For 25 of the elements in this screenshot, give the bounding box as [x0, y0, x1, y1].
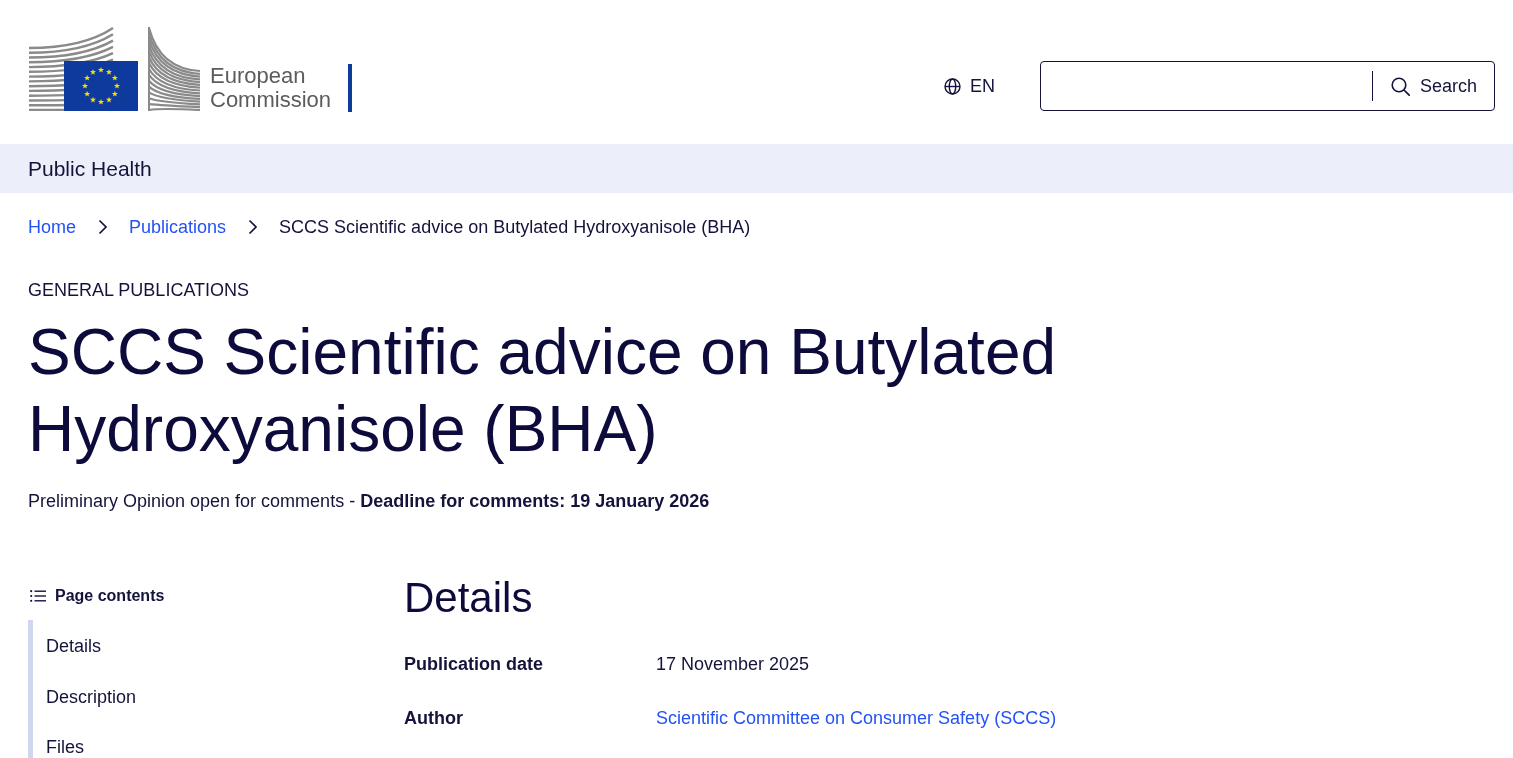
page-contents-title: Page contents: [55, 586, 165, 606]
page-contents-link[interactable]: Files: [46, 737, 84, 757]
language-button[interactable]: EN: [944, 75, 995, 97]
category-label: GENERAL PUBLICATIONS: [28, 279, 251, 301]
detail-label: Publication date: [404, 653, 545, 675]
chevron-right-icon: [248, 219, 259, 235]
detail-value: 17 November 2025: [656, 653, 811, 675]
globe-icon: [944, 77, 961, 95]
breadcrumb-link[interactable]: Home: [28, 216, 76, 238]
detail-link[interactable]: Scientific Committee on Consumer Safety (SCCS): [656, 708, 1057, 728]
building-flag-icon: [28, 27, 201, 111]
breadcrumb-link[interactable]: Publications: [129, 216, 227, 238]
page-contents-link[interactable]: Description: [46, 686, 137, 707]
section-heading: Details: [404, 573, 534, 623]
chevron-right-icon: [98, 219, 108, 235]
page-title: SCCS Scientific advice on Butylated Hydroxyanisole (BHA): [28, 315, 1058, 467]
page-contents-link[interactable]: Details: [46, 636, 102, 656]
search-button[interactable]: Search: [1372, 62, 1494, 110]
home-logo-link[interactable]: European Commission: [28, 27, 352, 111]
list-icon: [30, 590, 46, 602]
site-name-link[interactable]: Public Health: [28, 155, 152, 182]
description-text: Preliminary Opinion open for comments - Deadline for comments: 19 January 2026: [28, 490, 711, 512]
breadcrumb-current: SCCS Scientific advice on Butylated Hydroxyanisole (BHA): [279, 216, 751, 238]
search-icon: [1390, 76, 1410, 96]
detail-label: Author: [404, 707, 464, 730]
